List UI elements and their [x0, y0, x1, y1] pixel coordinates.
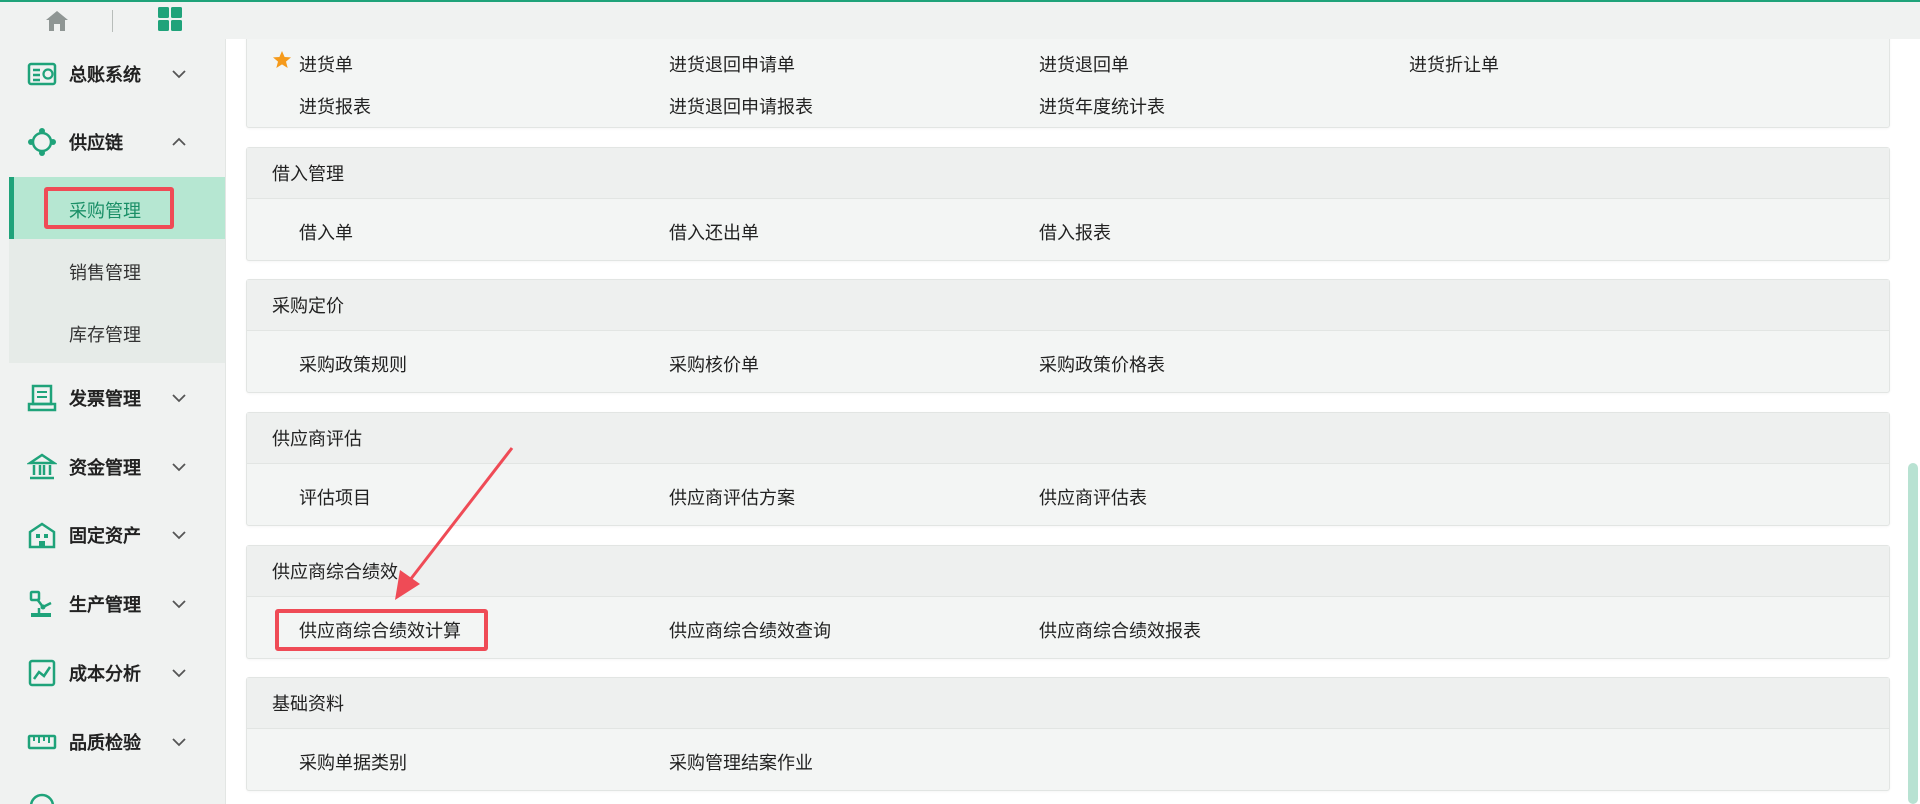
bank-icon [27, 453, 57, 480]
sidebar-item-general-ledger[interactable]: 总账系统 [0, 49, 225, 99]
menu-link-performance-query[interactable]: 供应商综合绩效查询 [669, 617, 831, 643]
chevron-down-icon [172, 600, 186, 609]
menu-link-return-order[interactable]: 进货退回单 [1039, 51, 1129, 77]
chevron-down-icon [172, 531, 186, 540]
menu-link-borrow-order[interactable]: 借入单 [299, 219, 353, 245]
section-title: 基础资料 [247, 678, 1889, 729]
sidebar-item-cost-analysis[interactable]: 成本分析 [0, 648, 225, 698]
menu-link-closing-operation[interactable]: 采购管理结案作业 [669, 749, 813, 775]
submenu-item-purchase-management[interactable]: 采购管理 [9, 177, 225, 239]
chevron-down-icon [172, 70, 186, 79]
menu-link-document-category[interactable]: 采购单据类别 [299, 749, 407, 775]
menu-link-performance-calculation[interactable]: 供应商综合绩效计算 [299, 617, 461, 643]
section-card-supplier-evaluation: 供应商评估 评估项目 供应商评估方案 供应商评估表 [246, 412, 1890, 526]
chevron-down-icon [172, 738, 186, 747]
sidebar-item-fixed-assets[interactable]: 固定资产 [0, 510, 225, 560]
sidebar-item-invoice-management[interactable]: 发票管理 [0, 373, 225, 423]
section-card-purchase-receipt: 进货单 进货退回申请单 进货退回单 进货折让单 进货报表 进货退回申请报表 进货… [246, 39, 1890, 128]
menu-link-return-request-report[interactable]: 进货退回申请报表 [669, 93, 813, 119]
invoice-icon [27, 384, 57, 412]
menu-link-price-check[interactable]: 采购核价单 [669, 351, 759, 377]
sidebar-item-label: 固定资产 [69, 526, 141, 547]
submenu-item-label: 采购管理 [69, 201, 141, 222]
section-title: 借入管理 [247, 148, 1889, 199]
menu-link-borrow-return[interactable]: 借入还出单 [669, 219, 759, 245]
submenu-item-sales-management[interactable]: 销售管理 [9, 239, 225, 301]
chart-icon [28, 659, 56, 687]
menu-link-evaluation-table[interactable]: 供应商评估表 [1039, 484, 1147, 510]
chevron-down-icon [172, 394, 186, 403]
section-row: 进货报表 进货退回申请报表 进货年度统计表 [247, 93, 1889, 129]
star-icon[interactable] [272, 50, 292, 70]
home-icon[interactable] [44, 9, 70, 33]
menu-link-evaluation-items[interactable]: 评估项目 [299, 484, 371, 510]
sidebar-item-quality-inspection[interactable]: 品质检验 [0, 717, 225, 767]
section-card-borrow-management: 借入管理 借入单 借入还出单 借入报表 [246, 147, 1890, 261]
top-bar [0, 0, 1920, 39]
sidebar-item-label: 总账系统 [69, 65, 141, 86]
menu-link-annual-statistics[interactable]: 进货年度统计表 [1039, 93, 1165, 119]
section-row: 评估项目 供应商评估方案 供应商评估表 [247, 464, 1889, 526]
top-divider [112, 10, 113, 32]
menu-link-policy-price-table[interactable]: 采购政策价格表 [1039, 351, 1165, 377]
section-card-basic-data: 基础资料 采购单据类别 采购管理结案作业 [246, 677, 1890, 791]
sidebar-item-label: 供应链 [69, 133, 123, 154]
sidebar-item-supply-chain[interactable]: 供应链 [0, 117, 225, 167]
app: 总账系统 供应链 采购管理 销售管理 库存管理 发票管理 资金管理 固定资产 生… [0, 0, 1920, 804]
section-row: 采购政策规则 采购核价单 采购政策价格表 [247, 331, 1889, 393]
section-title: 供应商评估 [247, 413, 1889, 464]
section-card-purchase-pricing: 采购定价 采购政策规则 采购核价单 采购政策价格表 [246, 279, 1890, 393]
menu-link-borrow-report[interactable]: 借入报表 [1039, 219, 1111, 245]
sidebar-item-label: 资金管理 [69, 458, 141, 479]
partial-menu-icon [29, 793, 55, 804]
section-row: 供应商综合绩效计算 供应商综合绩效查询 供应商综合绩效报表 [247, 597, 1889, 659]
section-row: 进货单 进货退回申请单 进货退回单 进货折让单 [247, 39, 1889, 93]
robot-arm-icon [29, 590, 52, 617]
sidebar: 总账系统 供应链 采购管理 销售管理 库存管理 发票管理 资金管理 固定资产 生… [0, 39, 226, 804]
section-title: 供应商综合绩效 [247, 546, 1889, 597]
sidebar-item-label: 成本分析 [69, 664, 141, 685]
section-row: 借入单 借入还出单 借入报表 [247, 199, 1889, 261]
section-title: 采购定价 [247, 280, 1889, 331]
sidebar-item-label: 发票管理 [69, 389, 141, 410]
apps-grid-icon[interactable] [157, 6, 183, 32]
chevron-down-icon [172, 463, 186, 472]
supply-chain-submenu: 采购管理 销售管理 库存管理 [9, 177, 225, 363]
menu-link-discount-order[interactable]: 进货折让单 [1409, 51, 1499, 77]
menu-link-return-request[interactable]: 进货退回申请单 [669, 51, 795, 77]
submenu-item-inventory-management[interactable]: 库存管理 [9, 301, 225, 363]
sidebar-item-production-management[interactable]: 生产管理 [0, 579, 225, 629]
menu-link-purchase-receipt[interactable]: 进货单 [299, 51, 353, 77]
chevron-down-icon [172, 669, 186, 678]
supply-chain-icon [28, 128, 56, 156]
sidebar-item-label: 品质检验 [69, 733, 141, 754]
menu-link-performance-report[interactable]: 供应商综合绩效报表 [1039, 617, 1201, 643]
chevron-up-icon [172, 137, 186, 146]
section-card-supplier-performance: 供应商综合绩效 供应商综合绩效计算 供应商综合绩效查询 供应商综合绩效报表 [246, 545, 1890, 659]
sidebar-item-label: 生产管理 [69, 595, 141, 616]
ledger-icon [27, 62, 57, 86]
building-icon [28, 522, 56, 549]
sidebar-item-fund-management[interactable]: 资金管理 [0, 442, 225, 492]
section-row: 采购单据类别 采购管理结案作业 [247, 729, 1889, 791]
menu-link-evaluation-plan[interactable]: 供应商评估方案 [669, 484, 795, 510]
submenu-item-label: 库存管理 [69, 325, 141, 346]
vertical-scrollbar[interactable] [1908, 463, 1918, 804]
submenu-item-label: 销售管理 [69, 263, 141, 284]
ruler-icon [27, 734, 57, 750]
menu-link-policy-rules[interactable]: 采购政策规则 [299, 351, 407, 377]
main-content: 进货单 进货退回申请单 进货退回单 进货折让单 进货报表 进货退回申请报表 进货… [226, 39, 1920, 804]
menu-link-receipt-report[interactable]: 进货报表 [299, 93, 371, 119]
